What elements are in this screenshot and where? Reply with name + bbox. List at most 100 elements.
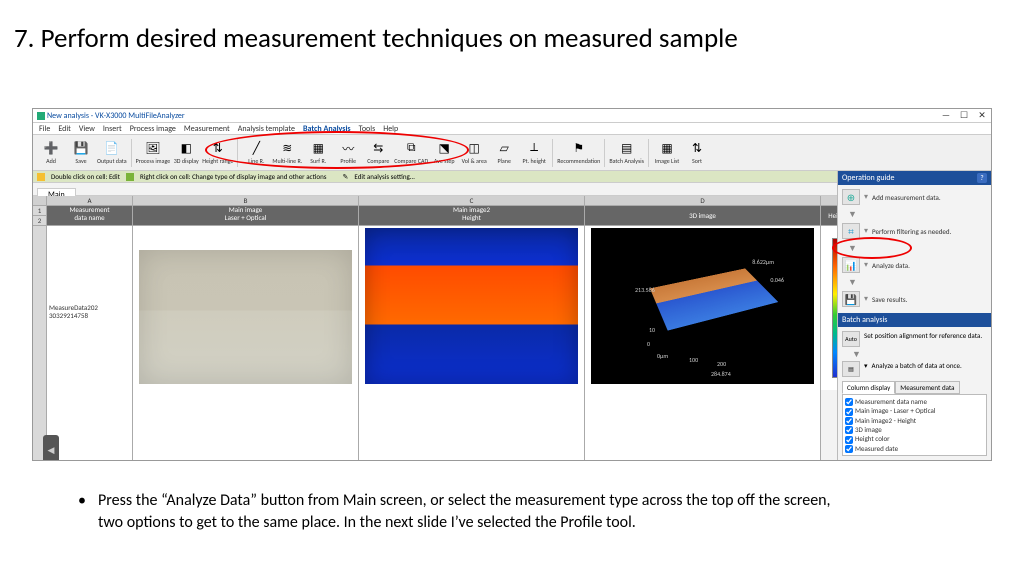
height-image[interactable] (365, 228, 578, 384)
batch-run-icon: ▤ (842, 361, 860, 377)
laser-optical-image[interactable] (139, 250, 352, 384)
line-icon: ╱ (248, 140, 264, 156)
vol-area-button[interactable]: ◫Vol & area (460, 137, 488, 169)
menu-tools[interactable]: Tools (359, 123, 376, 134)
instructions-text: Press the “Analyze Data” button from Mai… (98, 490, 858, 533)
volarea-icon: ◫ (466, 140, 482, 156)
add-button[interactable]: ➕Add (37, 137, 65, 169)
menu-file[interactable]: File (39, 123, 50, 134)
guide-step-3-analyze-data[interactable]: 📊 ▾ Analyze data. (838, 253, 991, 277)
toolbar-sep (552, 139, 553, 167)
col-a: A Measurement data name MeasureData202 3… (47, 196, 133, 461)
batch-analysis-header: Batch analysis (838, 313, 991, 327)
batch-step1-label: Set position alignment for reference dat… (864, 331, 982, 340)
3d-label-200: 200 (717, 360, 726, 368)
instructions: • Press the “Analyze Data” button from M… (78, 490, 858, 533)
multiline-icon: ≋ (279, 140, 295, 156)
check-3d-image[interactable]: 3D image (845, 425, 984, 434)
multiline-r-button[interactable]: ≋Multi-line R. (272, 137, 302, 169)
bullet-icon: • (78, 490, 84, 533)
batch-icon: ▤ (619, 140, 635, 156)
col-d-header[interactable]: D (585, 196, 820, 206)
output-button[interactable]: 📄Output data (97, 137, 127, 169)
surf-r-button[interactable]: ▦Surf R. (304, 137, 332, 169)
cube-icon: ◧ (178, 140, 194, 156)
menu-view[interactable]: View (79, 123, 95, 134)
collapse-panel-button[interactable]: ◀ (43, 435, 59, 461)
batch-step2-label: Analyze a batch of data at once. (872, 361, 962, 370)
col-d-sub: 3D image (585, 206, 820, 226)
guide-arrow: ▼ (838, 243, 991, 253)
pt-height-button[interactable]: ⟂Pt. height (520, 137, 548, 169)
line-r-button[interactable]: ╱Line R. (242, 137, 270, 169)
pencil-icon: ✎ (343, 172, 349, 181)
row-1[interactable]: 1 (33, 206, 46, 216)
menu-measurement[interactable]: Measurement (184, 123, 230, 134)
toolbar-sep (237, 139, 238, 167)
col-c-sub: Main image2 Height (359, 206, 584, 226)
check-main-image[interactable]: Main image - Laser + Optical (845, 406, 984, 415)
3d-label-213: 213.586 (635, 286, 655, 294)
check-height-color[interactable]: Height color (845, 434, 984, 443)
filter-icon: ⌗ (842, 223, 860, 239)
rightclick-icon (126, 173, 134, 181)
menu-batch-analysis[interactable]: Batch Analysis (303, 123, 351, 134)
compare-button[interactable]: ⇆Compare (364, 137, 392, 169)
row-2[interactable]: 2 (33, 216, 46, 226)
save-results-icon: 💾 (842, 291, 860, 307)
col-b-sub: Main image Laser + Optical (133, 206, 358, 226)
3d-label-046: 0.046 (770, 276, 784, 284)
guide-step3-label: Analyze data. (872, 261, 910, 270)
height-range-button[interactable]: ⇅Height range (202, 137, 233, 169)
batch-analysis-button[interactable]: ▤Batch Analysis (609, 137, 644, 169)
batch-step-2[interactable]: ▤ ▾ Analyze a batch of data at once. (842, 359, 987, 379)
plane-button[interactable]: ▱Plane (490, 137, 518, 169)
check-measured-date[interactable]: Measured date (845, 444, 984, 453)
tab-measurement-data[interactable]: Measurement data (895, 381, 959, 394)
image-list-button[interactable]: ▦Image List (653, 137, 681, 169)
batch-step-1[interactable]: Auto Set position alignment for referenc… (842, 329, 987, 349)
guide-step-1[interactable]: ⊕ ▾ Add measurement data. (838, 185, 991, 209)
window-title: New analysis - VK-X3000 MultiFileAnalyze… (47, 111, 185, 121)
guide-step-4[interactable]: 💾 ▾ Save results. (838, 287, 991, 311)
surf-icon: ▦ (310, 140, 326, 156)
col-b-body (133, 226, 358, 461)
recommendation-button[interactable]: ⚑Recommendation (557, 137, 600, 169)
guide-step-2[interactable]: ⌗ ▾ Perform filtering as needed. (838, 219, 991, 243)
sort-icon: ⇅ (689, 140, 705, 156)
tab-column-display[interactable]: Column display (842, 381, 895, 394)
3d-label-0um: 0µm (657, 352, 668, 360)
dropdown-icon: ▾ (864, 361, 868, 370)
infobar-edit[interactable]: Edit analysis setting… (354, 172, 414, 181)
process-icon: 🖼 (145, 140, 161, 156)
menu-analysis-template[interactable]: Analysis template (238, 123, 295, 134)
maximize-button[interactable]: ☐ (955, 109, 973, 122)
save-icon: 💾 (73, 140, 89, 156)
guide-arrow: ▼ (838, 277, 991, 287)
profile-button[interactable]: 〰Profile (334, 137, 362, 169)
row-headers: 1 2 (33, 196, 47, 461)
3d-surface (650, 268, 778, 330)
check-main-image2[interactable]: Main image2 - Height (845, 416, 984, 425)
sort-button[interactable]: ⇅Sort (683, 137, 711, 169)
ave-step-button[interactable]: ⬔Ave step (430, 137, 458, 169)
infobar-dblclick: Double click on cell: Edit (51, 172, 120, 181)
menu-help[interactable]: Help (383, 123, 398, 134)
measurement-name: MeasureData202 30329214758 (47, 226, 132, 319)
menu-insert[interactable]: Insert (103, 123, 122, 134)
help-icon[interactable]: ? (977, 173, 987, 183)
3d-label-0a: 0 (647, 340, 650, 348)
process-image-button[interactable]: 🖼Process image (136, 137, 171, 169)
3d-display-button[interactable]: ◧3D display (172, 137, 200, 169)
dropdown-icon: ▾ (864, 260, 868, 270)
3d-image[interactable]: 213.586 8.622µm 0.046 10 0 0µm 100 200 2… (591, 228, 814, 384)
close-button[interactable]: ✕ (973, 109, 991, 122)
save-button[interactable]: 💾Save (67, 137, 95, 169)
operation-guide-panel: Operation guide ? ⊕ ▾ Add measurement da… (837, 171, 991, 461)
check-meas-name[interactable]: Measurement data name (845, 397, 984, 406)
minimize-button[interactable]: — (937, 109, 955, 122)
menu-edit[interactable]: Edit (58, 123, 71, 134)
compare-cad-button[interactable]: ⧉Compare CAD (394, 137, 428, 169)
3d-label-622: 8.622µm (752, 258, 774, 266)
menu-process-image[interactable]: Process image (130, 123, 176, 134)
